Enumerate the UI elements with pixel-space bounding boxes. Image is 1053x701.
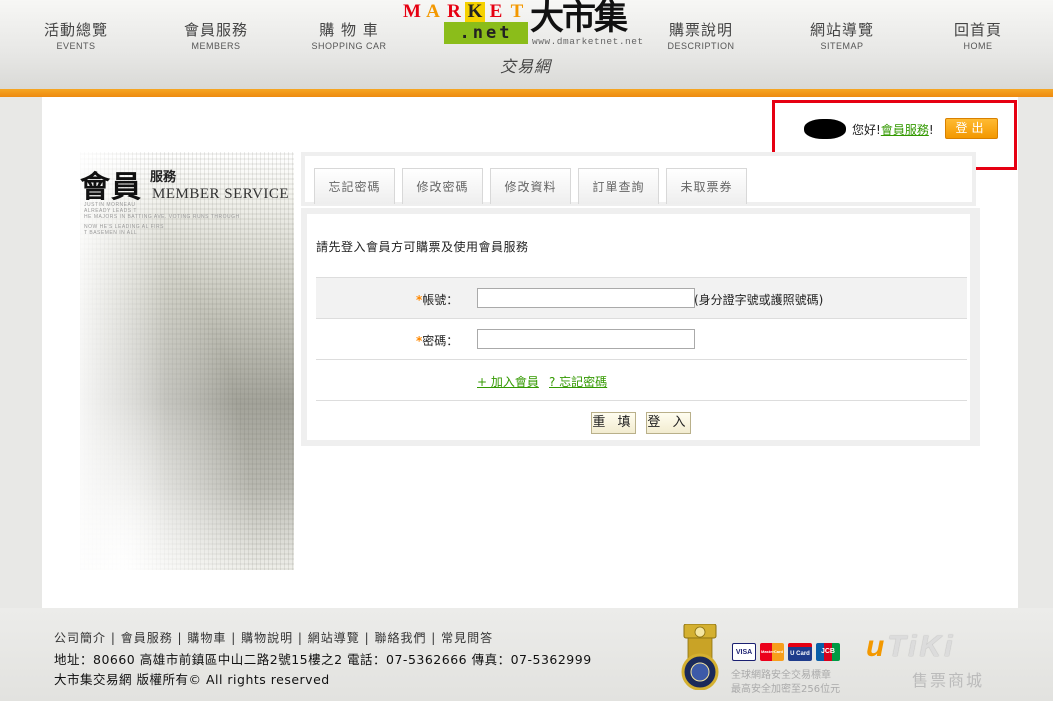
nav-label: 網站導覽 xyxy=(809,21,874,39)
footer-link-about[interactable]: 公司簡介 xyxy=(54,631,106,645)
nav-label: 活動總覽 xyxy=(43,21,108,39)
nav-description[interactable]: 購票說明 DESCRIPTION xyxy=(646,20,756,52)
tab-forgot-password[interactable]: 忘記密碼 xyxy=(314,168,395,204)
nav-sublabel: HOME xyxy=(963,41,993,51)
utiki-subtitle: 售票商城 xyxy=(912,671,985,690)
reset-button[interactable]: 重 填 xyxy=(591,412,636,434)
logo-subtitle: 交易網 xyxy=(500,57,552,76)
forgot-password-link[interactable]: ? 忘記密碼 xyxy=(549,373,607,390)
account-label: *帳號： xyxy=(416,291,458,308)
nav-sublabel: MEMBERS xyxy=(191,41,241,51)
password-label: *密碼： xyxy=(416,332,458,349)
mastercard-icon: MasterCard xyxy=(760,643,784,661)
nav-sublabel: SITEMAP xyxy=(820,41,864,51)
nav-label: 購票說明 xyxy=(668,21,733,39)
header-divider xyxy=(0,89,1053,97)
nav-sitemap[interactable]: 網站導覽 SITEMAP xyxy=(787,20,897,52)
footer-link-shopping-guide[interactable]: 購物說明 xyxy=(241,631,293,645)
footer-link-members[interactable]: 會員服務 xyxy=(121,631,173,645)
logo-letter: A xyxy=(426,1,440,22)
logo-letter: M xyxy=(403,1,421,22)
links-row xyxy=(316,359,967,400)
nav-events[interactable]: 活動總覽 EVENTS xyxy=(21,20,131,52)
nav-shopping-car[interactable]: 購 物 車 SHOPPING CAR xyxy=(294,20,404,52)
secure-text-line2: 最高安全加密至256位元 xyxy=(731,684,841,695)
join-member-link[interactable]: + 加入會員 xyxy=(477,373,539,390)
security-seal-icon[interactable] xyxy=(680,624,720,690)
nav-sublabel: DESCRIPTION xyxy=(667,41,735,51)
footer-link-sitemap[interactable]: 網站導覽 xyxy=(308,631,360,645)
nav-label: 購 物 車 xyxy=(319,21,379,39)
tab-change-password[interactable]: 修改密碼 xyxy=(402,168,483,204)
nav-label: 會員服務 xyxy=(183,21,248,39)
nav-home[interactable]: 回首頁 HOME xyxy=(923,20,1033,52)
member-service-banner: 會員 服務 MEMBER SERVICE JUSTIN MORNEAU ALRE… xyxy=(80,152,294,570)
login-button[interactable]: 登 入 xyxy=(646,412,691,434)
banner-title-small: 服務 xyxy=(150,170,177,185)
secure-text-line1: 全球網路安全交易標章 xyxy=(731,670,831,681)
banner-title-en: MEMBER SERVICE xyxy=(152,186,290,202)
logo-letter: T xyxy=(510,1,524,22)
footer-link-faq[interactable]: 常見問答 xyxy=(441,631,493,645)
footer-address: 地址：80660 高雄市前鎮區中山二路2號15樓之2 電話：07-5362666… xyxy=(54,652,592,667)
nav-label: 回首頁 xyxy=(953,21,1002,39)
tab-edit-profile[interactable]: 修改資料 xyxy=(490,168,571,204)
logo-title: 大市集 xyxy=(530,0,628,38)
utiki-logo[interactable]: uTiKi xyxy=(866,630,955,664)
password-label-text: 密碼： xyxy=(422,334,459,348)
logo-letter: E xyxy=(489,1,503,22)
site-logo[interactable]: M A R K E T .net 大市集 www.dmarketnet.net … xyxy=(402,0,650,78)
footer-copyright: 大市集交易網 版權所有© All rights reserved xyxy=(54,672,330,687)
password-input[interactable] xyxy=(477,329,695,349)
footer-links: 公司簡介 | 會員服務 | 購物車 | 購物說明 | 網站導覽 | 聯絡我們 |… xyxy=(54,631,494,645)
ucard-icon: U Card xyxy=(788,643,812,661)
banner-title: 會員 xyxy=(80,170,142,205)
buttons-row xyxy=(316,400,967,441)
logo-letter: K xyxy=(465,2,485,22)
banner-tiny-text: HE MAJORS IN BATTING AVE. VOTING RUNS TH… xyxy=(84,214,240,220)
banner-tiny-text: T BASEMEN IN ALL xyxy=(84,230,138,236)
footer-link-contact[interactable]: 聯絡我們 xyxy=(374,631,426,645)
account-hint: (身分證字號或護照號碼) xyxy=(694,293,824,307)
nav-members[interactable]: 會員服務 MEMBERS xyxy=(161,20,271,52)
jcb-icon: JCB xyxy=(816,643,840,661)
tab-unclaimed-tickets[interactable]: 未取票券 xyxy=(666,168,747,204)
login-notice: 請先登入會員方可購票及使用會員服務 xyxy=(316,240,529,254)
tab-order-query[interactable]: 訂單查詢 xyxy=(578,168,659,204)
logo-net: .net xyxy=(444,22,528,44)
nav-sublabel: SHOPPING CAR xyxy=(311,41,387,51)
account-input[interactable] xyxy=(477,288,695,308)
visa-icon: VISA xyxy=(732,643,756,661)
nav-sublabel: EVENTS xyxy=(56,41,96,51)
account-label-text: 帳號： xyxy=(422,293,459,307)
footer-link-cart[interactable]: 購物車 xyxy=(187,631,226,645)
logo-letter: R xyxy=(447,1,461,22)
logo-url: www.dmarketnet.net xyxy=(532,36,644,47)
